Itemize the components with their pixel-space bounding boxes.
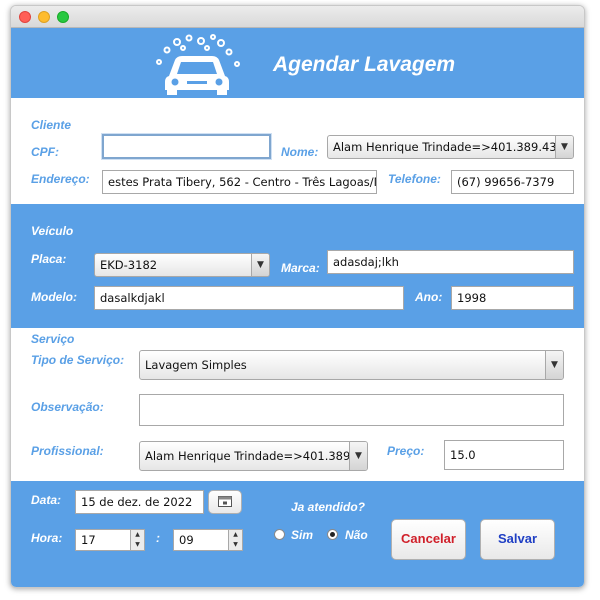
atendido-nao-label[interactable]: Não xyxy=(345,528,368,542)
modelo-input[interactable]: dasalkdjakl xyxy=(94,286,404,310)
minuto-spinner-value: 09 xyxy=(179,533,194,547)
placa-select[interactable]: EKD-3182 ▼ xyxy=(94,253,270,277)
chevron-down-icon: ▼ xyxy=(251,254,269,276)
observacao-input[interactable] xyxy=(139,394,564,426)
hora-label: Hora: xyxy=(31,531,63,545)
tipo-servico-select[interactable]: Lavagem Simples ▼ xyxy=(139,350,564,380)
preco-input[interactable]: 15.0 xyxy=(444,440,564,470)
salvar-button[interactable]: Salvar xyxy=(480,519,555,560)
calendar-icon xyxy=(218,496,232,508)
hora-spinner[interactable]: 17 ▲ ▼ xyxy=(75,529,145,551)
calendar-button[interactable] xyxy=(208,490,242,514)
title-bar xyxy=(11,6,584,28)
marca-input[interactable]: adasdaj;lkh xyxy=(327,250,574,274)
placa-label: Placa: xyxy=(31,252,67,266)
atendido-sim-radio[interactable] xyxy=(274,529,285,540)
placa-select-value: EKD-3182 xyxy=(100,258,158,272)
minimize-window-button[interactable] xyxy=(38,11,50,23)
car-wash-icon xyxy=(149,32,245,96)
agendar-lavagem-window: Agendar Lavagem Cliente CPF: Nome: Alam … xyxy=(10,5,585,588)
chevron-down-icon[interactable]: ▼ xyxy=(131,540,144,550)
cliente-section-label: Cliente xyxy=(31,118,72,132)
veiculo-section-label: Veículo xyxy=(31,224,74,238)
servico-section-label: Serviço xyxy=(31,332,75,346)
ano-label: Ano: xyxy=(415,290,443,304)
chevron-down-icon[interactable]: ▼ xyxy=(229,540,242,550)
marca-label: Marca: xyxy=(281,261,320,275)
hora-spinner-value: 17 xyxy=(81,533,96,547)
cpf-input[interactable] xyxy=(102,134,271,159)
minute-separator: : xyxy=(156,531,160,545)
data-label: Data: xyxy=(31,493,62,507)
profissional-select-value: Alam Henrique Trindade=>401.389... xyxy=(145,449,362,463)
page-title: Agendar Lavagem xyxy=(273,53,456,76)
ano-input[interactable]: 1998 xyxy=(451,286,574,310)
endereco-input[interactable]: estes Prata Tibery, 562 - Centro - Três … xyxy=(102,170,377,194)
tipo-servico-select-value: Lavagem Simples xyxy=(145,358,247,372)
atendido-label: Ja atendido? xyxy=(291,500,366,514)
chevron-down-icon: ▼ xyxy=(545,351,563,379)
preco-label: Preço: xyxy=(387,444,425,458)
hora-spinner-buttons[interactable]: ▲ ▼ xyxy=(130,530,144,550)
chevron-down-icon: ▼ xyxy=(555,136,573,158)
atendido-sim-label[interactable]: Sim xyxy=(291,528,313,542)
minuto-spinner-buttons[interactable]: ▲ ▼ xyxy=(228,530,242,550)
data-input[interactable]: 15 de dez. de 2022 xyxy=(75,490,204,514)
nome-select-value: Alam Henrique Trindade=>401.389.43... xyxy=(333,140,568,154)
cancelar-button[interactable]: Cancelar xyxy=(391,519,466,560)
chevron-down-icon: ▼ xyxy=(349,442,367,470)
nome-label: Nome: xyxy=(281,145,319,159)
maximize-window-button[interactable] xyxy=(57,11,69,23)
telefone-input[interactable]: (67) 99656-7379 xyxy=(451,170,574,194)
modelo-label: Modelo: xyxy=(31,290,77,304)
chevron-up-icon[interactable]: ▲ xyxy=(131,530,144,540)
minuto-spinner[interactable]: 09 ▲ ▼ xyxy=(173,529,243,551)
endereco-label: Endereço: xyxy=(31,172,90,186)
telefone-label: Telefone: xyxy=(388,172,441,186)
profissional-select[interactable]: Alam Henrique Trindade=>401.389... ▼ xyxy=(139,441,368,471)
cpf-label: CPF: xyxy=(31,145,59,159)
close-window-button[interactable] xyxy=(19,11,31,23)
nome-select[interactable]: Alam Henrique Trindade=>401.389.43... ▼ xyxy=(327,135,574,159)
tipo-servico-label: Tipo de Serviço: xyxy=(31,353,125,367)
atendido-nao-radio[interactable] xyxy=(327,529,338,540)
profissional-label: Profissional: xyxy=(31,444,104,458)
chevron-up-icon[interactable]: ▲ xyxy=(229,530,242,540)
observacao-label: Observação: xyxy=(31,400,104,414)
